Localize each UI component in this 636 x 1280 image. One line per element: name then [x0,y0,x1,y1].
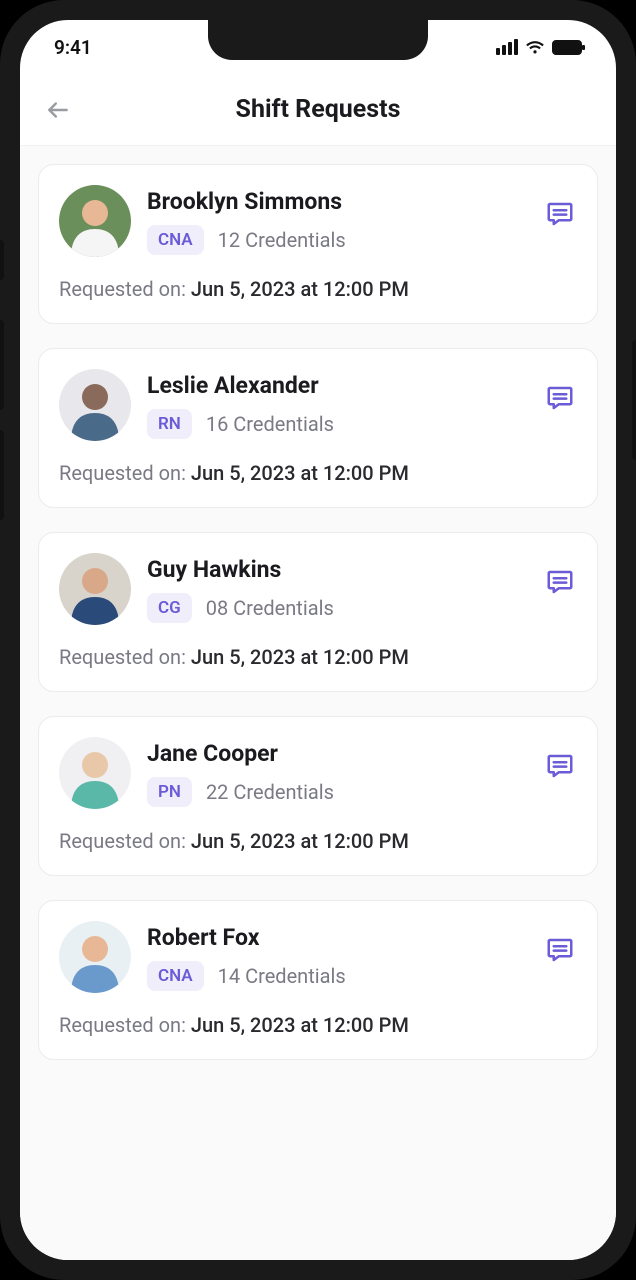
requested-on-date: Jun 5, 2023 at 12:00 PM [191,1013,409,1037]
device-notch [208,20,428,60]
battery-icon [552,40,582,55]
avatar [59,553,131,625]
role-badge: RN [147,409,192,439]
requested-on-label: Requested on: [59,277,191,301]
chat-button[interactable] [543,935,577,969]
chat-icon [545,751,575,785]
request-card[interactable]: Brooklyn Simmons CNA 12 Credentials Request… [38,164,598,324]
role-badge: CNA [147,225,204,255]
requested-on-label: Requested on: [59,829,191,853]
requested-on-date: Jun 5, 2023 at 12:00 PM [191,645,409,669]
chat-button[interactable] [543,567,577,601]
requests-list[interactable]: Brooklyn Simmons CNA 12 Credentials Request… [20,146,616,1260]
role-badge: CG [147,593,192,623]
credentials-count: 08 Credentials [206,596,334,620]
chat-button[interactable] [543,199,577,233]
role-badge: CNA [147,961,204,991]
request-card[interactable]: Guy Hawkins CG 08 Credentials Requested on:… [38,532,598,692]
requested-on-line: Requested on: Jun 5, 2023 at 12:00 PM [59,829,577,853]
requested-on-line: Requested on: Jun 5, 2023 at 12:00 PM [59,645,577,669]
status-time: 9:41 [54,36,92,59]
wifi-icon [525,40,545,55]
back-button[interactable] [42,94,74,126]
avatar [59,185,131,257]
credentials-count: 16 Credentials [206,412,334,436]
requested-on-date: Jun 5, 2023 at 12:00 PM [191,277,409,301]
requester-name: Robert Fox [147,924,577,951]
chat-button[interactable] [543,383,577,417]
requester-name: Jane Cooper [147,740,577,767]
requested-on-date: Jun 5, 2023 at 12:00 PM [191,461,409,485]
credentials-count: 22 Credentials [206,780,334,804]
chat-icon [545,383,575,417]
request-card[interactable]: Leslie Alexander RN 16 Credentials Requeste… [38,348,598,508]
requested-on-line: Requested on: Jun 5, 2023 at 12:00 PM [59,277,577,301]
avatar [59,737,131,809]
cellular-icon [496,39,518,55]
credentials-count: 14 Credentials [218,964,346,988]
chat-icon [545,935,575,969]
avatar [59,921,131,993]
role-badge: PN [147,777,192,807]
requested-on-date: Jun 5, 2023 at 12:00 PM [191,829,409,853]
requester-name: Brooklyn Simmons [147,188,577,215]
credentials-count: 12 Credentials [218,228,346,252]
request-card[interactable]: Robert Fox CNA 14 Credentials Requested on:… [38,900,598,1060]
requester-name: Leslie Alexander [147,372,577,399]
avatar [59,369,131,441]
chat-button[interactable] [543,751,577,785]
requested-on-line: Requested on: Jun 5, 2023 at 12:00 PM [59,1013,577,1037]
requested-on-label: Requested on: [59,645,191,669]
requester-name: Guy Hawkins [147,556,577,583]
arrow-left-icon [45,97,71,123]
requested-on-line: Requested on: Jun 5, 2023 at 12:00 PM [59,461,577,485]
requested-on-label: Requested on: [59,461,191,485]
request-card[interactable]: Jane Cooper PN 22 Credentials Requested on:… [38,716,598,876]
chat-icon [545,199,575,233]
nav-header: Shift Requests [20,74,616,146]
requested-on-label: Requested on: [59,1013,191,1037]
page-title: Shift Requests [236,95,401,124]
chat-icon [545,567,575,601]
